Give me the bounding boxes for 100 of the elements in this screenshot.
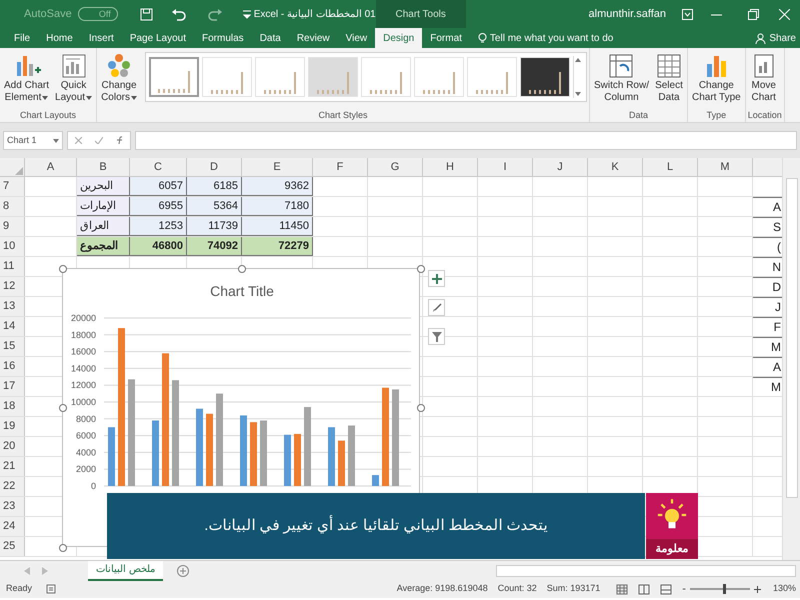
column-header[interactable]: D xyxy=(187,158,242,176)
formula-field[interactable] xyxy=(135,131,797,150)
row-header[interactable]: 7 xyxy=(0,177,25,196)
column-header[interactable]: A xyxy=(25,158,77,176)
normal-view-icon[interactable] xyxy=(616,584,628,594)
row-header[interactable]: 12 xyxy=(0,277,25,296)
chart-bar xyxy=(108,427,115,486)
share-button[interactable]: Share xyxy=(755,28,796,48)
row-header[interactable]: 10 xyxy=(0,237,25,256)
sheet-tab[interactable]: ملخص البيانات xyxy=(88,560,163,580)
chart-filters-button[interactable] xyxy=(428,328,445,345)
ribbon-tab[interactable]: File xyxy=(6,28,38,48)
ribbon-display-icon[interactable] xyxy=(682,8,693,20)
row-header[interactable]: 11 xyxy=(0,257,25,276)
name-box[interactable]: Chart 1 xyxy=(3,131,63,150)
row-header[interactable]: 20 xyxy=(0,437,25,456)
macro-icon[interactable] xyxy=(46,584,56,594)
tell-me-field[interactable]: Tell me what you want to do xyxy=(478,28,614,48)
group-label: Chart Styles xyxy=(318,109,369,122)
column-header[interactable]: J xyxy=(533,158,588,176)
row-header[interactable]: 22 xyxy=(0,477,25,496)
ribbon-button[interactable]: Select Data xyxy=(652,52,685,104)
column-header[interactable]: L xyxy=(643,158,698,176)
table-cell: الإمارات xyxy=(77,197,130,216)
row-header[interactable]: 24 xyxy=(0,517,25,536)
restore-icon[interactable] xyxy=(748,8,759,20)
column-header[interactable]: M xyxy=(698,158,753,176)
close-icon[interactable] xyxy=(779,8,790,20)
ribbon-button[interactable]: Quick Layout xyxy=(53,52,94,104)
ribbon-tab[interactable]: Design xyxy=(375,28,422,48)
undo-icon[interactable] xyxy=(170,8,187,20)
ribbon-tab[interactable]: Home xyxy=(38,28,81,48)
row-header[interactable]: 23 xyxy=(0,497,25,516)
ribbon-tab[interactable]: Review xyxy=(288,28,338,48)
row-header[interactable]: 14 xyxy=(0,317,25,336)
resize-handle[interactable] xyxy=(59,265,67,273)
resize-handle[interactable] xyxy=(417,265,425,273)
add-element-button[interactable] xyxy=(428,270,445,287)
save-icon[interactable] xyxy=(140,8,153,20)
ribbon-tab[interactable]: View xyxy=(338,28,376,48)
group-label: Data xyxy=(628,109,649,122)
chart-bar xyxy=(152,420,159,486)
horizontal-scrollbar[interactable] xyxy=(496,564,796,576)
context-label: Chart Tools xyxy=(396,8,446,22)
cancel-icon[interactable] xyxy=(74,137,82,144)
ribbon-button[interactable]: Change Colors xyxy=(99,52,139,104)
ribbon-button[interactable]: Change Chart Type xyxy=(690,52,743,104)
column-header[interactable]: E xyxy=(242,158,313,176)
y-axis-label: 12000 xyxy=(70,380,96,390)
row-header[interactable]: 9 xyxy=(0,217,25,236)
customize-icon[interactable] xyxy=(242,9,251,19)
column-header[interactable]: G xyxy=(368,158,423,176)
add-sheet-icon[interactable] xyxy=(176,564,189,576)
y-axis-label: 14000 xyxy=(70,363,96,374)
row-header[interactable]: 25 xyxy=(0,537,25,556)
vertical-scrollbar[interactable] xyxy=(782,158,800,560)
zoom-out-button[interactable]: - xyxy=(682,583,686,595)
ribbon-button[interactable]: Add Chart Element xyxy=(2,52,52,104)
ribbon-tab[interactable]: Format xyxy=(422,28,470,48)
ribbon-tab[interactable]: Page Layout xyxy=(122,28,194,48)
table-icon xyxy=(654,52,683,80)
group-label: Chart Layouts xyxy=(19,109,78,122)
column-header[interactable]: B xyxy=(77,158,130,176)
check-icon[interactable] xyxy=(94,137,102,144)
row-header[interactable]: 21 xyxy=(0,457,25,476)
table-cell: 5364 xyxy=(187,197,242,216)
ribbon-tab[interactable]: Data xyxy=(252,28,289,48)
page-break-icon[interactable] xyxy=(660,584,672,594)
table-cell: 74092 xyxy=(187,237,242,256)
ribbon-tab[interactable]: Formulas xyxy=(194,28,252,48)
column-header[interactable]: C xyxy=(130,158,187,176)
row-header[interactable]: 8 xyxy=(0,197,25,216)
resize-handle[interactable] xyxy=(59,404,67,412)
chart-styles-button[interactable] xyxy=(428,299,445,316)
resize-handle[interactable] xyxy=(238,265,246,273)
row-header[interactable]: 13 xyxy=(0,297,25,316)
y-axis-label: 16000 xyxy=(70,346,96,357)
chart-style-thumbnail[interactable] xyxy=(148,57,199,97)
row-header[interactable]: 18 xyxy=(0,397,25,416)
zoom-level[interactable]: 130% xyxy=(772,582,796,596)
column-header[interactable]: I xyxy=(478,158,533,176)
ribbon-tab[interactable]: Insert xyxy=(80,28,122,48)
resize-handle[interactable] xyxy=(59,544,67,552)
row-header[interactable]: 16 xyxy=(0,357,25,376)
row-header[interactable]: 15 xyxy=(0,337,25,356)
plus-icon xyxy=(432,274,442,284)
scroll-up-icon xyxy=(574,56,582,64)
gallery-scroll[interactable] xyxy=(572,56,583,98)
function-icon[interactable] xyxy=(116,136,124,145)
column-header[interactable]: H xyxy=(423,158,478,176)
y-axis-label: 2000 xyxy=(76,464,96,474)
row-header[interactable]: 17 xyxy=(0,377,25,396)
ribbon-button[interactable]: Switch Row/ Column xyxy=(592,52,651,104)
column-header[interactable]: K xyxy=(588,158,643,176)
row-header[interactable]: 19 xyxy=(0,417,25,436)
resize-handle[interactable] xyxy=(417,404,425,412)
ribbon-button[interactable]: Move Chart xyxy=(748,52,780,104)
page-layout-icon[interactable] xyxy=(638,584,650,594)
zoom-in-icon[interactable] xyxy=(754,586,761,592)
column-header[interactable]: F xyxy=(313,158,368,176)
